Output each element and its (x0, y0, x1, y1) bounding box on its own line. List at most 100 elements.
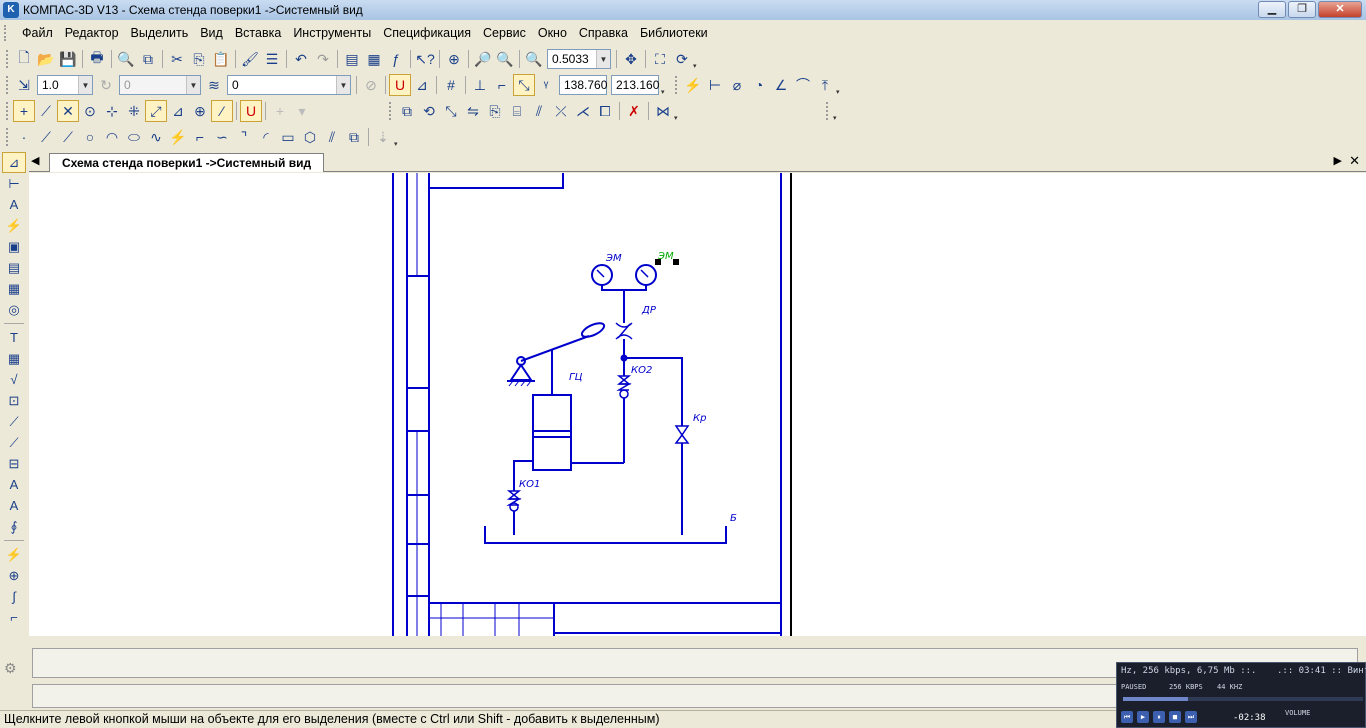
center-mark-icon[interactable]: ⊕ (2, 565, 26, 586)
menu-libraries[interactable]: Библиотеки (634, 26, 714, 40)
play-icon[interactable]: ▶ (1137, 711, 1149, 723)
properties-icon[interactable]: ☰ (261, 48, 283, 70)
edit-more-icon[interactable]: ⋈ (652, 100, 674, 122)
coord-y-field[interactable]: 213.160 (611, 75, 659, 95)
toolbar-options-icon[interactable]: ▾ (394, 126, 402, 148)
dimensions-panel-icon[interactable]: ⊢ (2, 173, 26, 194)
pause-icon[interactable]: ⏸ (1153, 711, 1165, 723)
chevron-down-icon[interactable]: ▾ (291, 100, 313, 122)
snap-intersection-icon[interactable]: ✕ (57, 100, 79, 122)
snap-align-icon[interactable]: ⊿ (167, 100, 189, 122)
text-icon[interactable]: T (2, 327, 26, 348)
snap-center-icon[interactable]: ⊕ (189, 100, 211, 122)
menu-tools[interactable]: Инструменты (287, 26, 377, 40)
snap-parameters-icon[interactable]: ⤡ (513, 74, 535, 96)
delete-icon[interactable]: ✗ (623, 100, 645, 122)
snap-magnet-icon[interactable]: U (240, 100, 262, 122)
edit-group-icon[interactable]: ⧠ (594, 100, 616, 122)
chevron-down-icon[interactable]: ▼ (186, 76, 200, 94)
ortho-mode-icon[interactable]: ⌐ (491, 74, 513, 96)
toolbar-grip[interactable] (826, 102, 829, 120)
edit-break-icon[interactable]: ⋌ (572, 100, 594, 122)
toolbar-options-icon[interactable]: ▾ (661, 74, 669, 96)
section-icon[interactable]: A (2, 495, 26, 516)
toolbar-grip[interactable] (6, 128, 9, 146)
tab-scroll-right-icon[interactable]: ▶ (1334, 154, 1342, 167)
show-all-icon[interactable]: ⛶ (649, 48, 671, 70)
dimension-linear-icon[interactable]: ⊢ (704, 74, 726, 96)
zoom-scale-icon[interactable]: 🔍 (523, 48, 545, 70)
edit-scale-icon[interactable]: ⤡ (440, 100, 462, 122)
tab-document[interactable]: Схема стенда поверки1 ->Системный вид (49, 153, 325, 172)
dimension-radius-icon[interactable]: ◔ (748, 74, 770, 96)
tab-close-icon[interactable]: ✕ (1349, 153, 1360, 169)
cut-icon[interactable]: ✂ (166, 48, 188, 70)
snap-angle-icon[interactable]: ⤢ (145, 100, 167, 122)
menu-grip[interactable] (4, 25, 8, 41)
auxiliary-line-icon[interactable]: ⟋ (35, 126, 57, 148)
parametrize-panel-icon[interactable]: ▣ (2, 236, 26, 257)
edit-move-icon[interactable]: ⧉ (396, 100, 418, 122)
chevron-down-icon[interactable]: ▼ (336, 76, 350, 94)
menu-service[interactable]: Сервис (477, 26, 532, 40)
close-button[interactable]: ✕ (1318, 1, 1362, 18)
chamfer-icon[interactable]: ⌝ (233, 126, 255, 148)
restore-button[interactable]: ❐ (1288, 1, 1316, 18)
toolbar-grip[interactable] (6, 102, 9, 120)
redo-icon[interactable]: ↷ (312, 48, 334, 70)
position-leader-icon[interactable]: ⟋ (2, 432, 26, 453)
edit-deform-icon[interactable]: ⌸ (506, 100, 528, 122)
toolbar-options-icon[interactable]: ▾ (836, 74, 844, 96)
measure-panel-icon[interactable]: ▤ (2, 257, 26, 278)
wave-line-icon[interactable]: ∫ (2, 586, 26, 607)
toolbar-options-icon[interactable]: ▾ (693, 48, 701, 70)
menu-file[interactable]: Файл (16, 26, 59, 40)
menu-view[interactable]: Вид (194, 26, 229, 40)
segment-icon[interactable]: ⟋ (57, 126, 79, 148)
edit-split-icon[interactable]: ⫽ (528, 100, 550, 122)
axis-icon[interactable]: ⚡ (2, 544, 26, 565)
toolbar-grip[interactable] (675, 76, 678, 94)
new-document-icon[interactable]: 🗋 (13, 48, 35, 70)
menu-editor[interactable]: Редактор (59, 26, 125, 40)
equidistant-icon[interactable]: ⫽ (321, 126, 343, 148)
menu-select[interactable]: Выделить (125, 26, 195, 40)
snap-middle-icon[interactable]: ⟋ (35, 100, 57, 122)
dimension-height-icon[interactable]: ⤒ (814, 74, 836, 96)
menu-specification[interactable]: Спецификация (377, 26, 477, 40)
toolbar-grip[interactable] (6, 50, 9, 68)
print-preview-icon[interactable]: 🔍 (115, 48, 137, 70)
print-icon[interactable]: 🖶 (86, 48, 108, 70)
geometry-panel-icon[interactable]: ⊿ (2, 152, 26, 173)
edit-trim-icon[interactable]: ⤫ (550, 100, 572, 122)
manager-icon[interactable]: ▤ (341, 48, 363, 70)
angle-combo[interactable]: 0 ▼ (119, 75, 201, 95)
kompas-app-icon[interactable]: K (3, 2, 19, 18)
panel-tool-icon[interactable]: ⚙ (4, 660, 24, 680)
break-line-icon[interactable]: ⌐ (2, 607, 26, 628)
coordinates-icon[interactable]: ᵞ (535, 74, 557, 96)
angle-step-icon[interactable]: ↻ (95, 74, 117, 96)
document-manager-icon[interactable]: ⧉ (137, 48, 159, 70)
snap-grid-icon[interactable]: ⁜ (123, 100, 145, 122)
layer-icon[interactable]: ≋ (203, 74, 225, 96)
bezier-icon[interactable]: ∽ (211, 126, 233, 148)
chevron-down-icon[interactable]: ▼ (596, 50, 610, 68)
snap-tangent-icon[interactable]: ⊙ (79, 100, 101, 122)
media-player[interactable]: Hz, 256 kbps, 6,75 Mb ::. .:: 03:41 :: В… (1116, 662, 1366, 728)
spline-icon[interactable]: ∿ (145, 126, 167, 148)
fillet-icon[interactable]: ◜ (255, 126, 277, 148)
associative-views-icon[interactable]: ◎ (2, 299, 26, 320)
contour-icon[interactable]: ⧉ (343, 126, 365, 148)
zoom-scale-combo[interactable]: 0.5033 ▼ (547, 49, 611, 69)
next-icon[interactable]: ⏭ (1185, 711, 1197, 723)
layer-combo[interactable]: 0 ▼ (227, 75, 351, 95)
arc-icon[interactable]: ◠ (101, 126, 123, 148)
table-icon[interactable]: ▦ (2, 348, 26, 369)
toolbar-options-icon[interactable]: ▾ (674, 100, 682, 122)
edit-symmetry-icon[interactable]: ⇋ (462, 100, 484, 122)
polygon-icon[interactable]: ⬡ (299, 126, 321, 148)
dimension-angle-icon[interactable]: ∠ (770, 74, 792, 96)
zoom-out-icon[interactable]: 🔍 (494, 48, 516, 70)
save-icon[interactable]: 💾 (57, 48, 79, 70)
